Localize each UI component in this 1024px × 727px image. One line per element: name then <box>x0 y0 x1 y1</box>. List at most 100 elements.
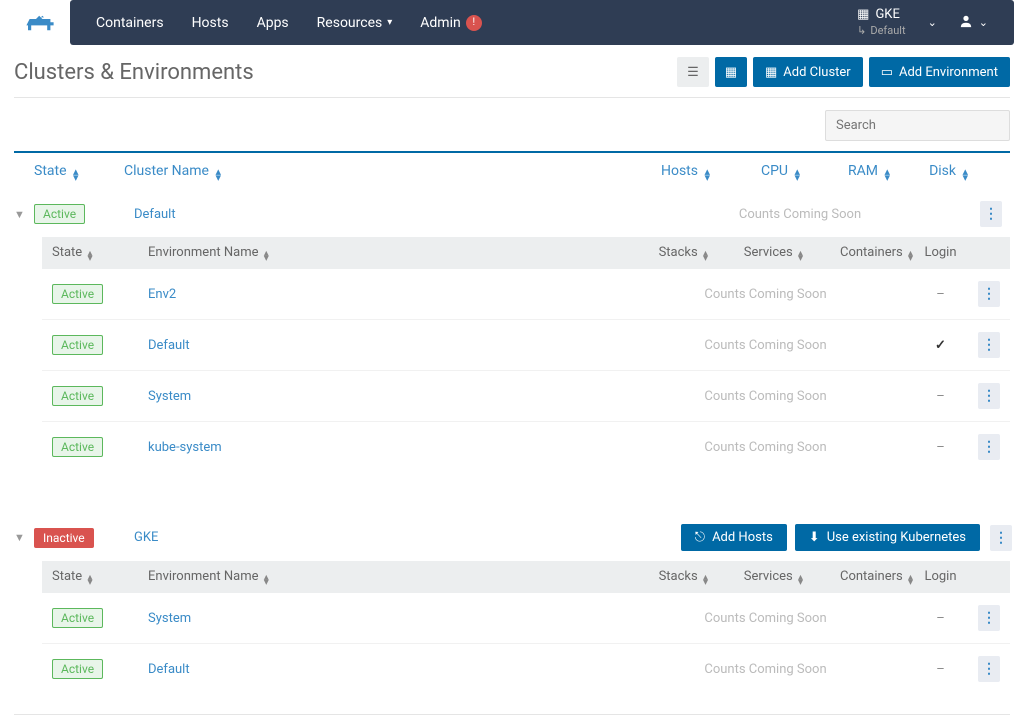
state-badge: Active <box>52 659 103 679</box>
sort-icon: ▴▾ <box>962 169 968 181</box>
ecol-containers[interactable]: Containers ▴▾ <box>840 569 913 584</box>
sort-icon: ▴▾ <box>87 575 92 585</box>
cluster-icon: ▦ <box>765 65 777 80</box>
counts-placeholder: Counts Coming Soon <box>618 389 913 404</box>
login-indicator: – <box>936 287 945 302</box>
login-indicator: – <box>936 389 945 404</box>
env-link[interactable]: kube-system <box>148 440 222 455</box>
env-table-header: State ▴▾ Environment Name ▴▾ Stacks ▴▾ S… <box>42 237 1010 269</box>
row-actions-menu[interactable]: ⋮ <box>978 656 1000 682</box>
search-input[interactable] <box>825 110 1010 141</box>
counts-placeholder: Counts Coming Soon <box>618 338 913 353</box>
sort-icon: ▴▾ <box>87 251 92 261</box>
env-row: Active Default Counts Coming Soon – ⋮ <box>42 644 1010 694</box>
nav-admin[interactable]: Admin! <box>406 0 495 45</box>
page-title: Clusters & Environments <box>14 60 254 85</box>
grid-icon: ▦ <box>725 65 737 80</box>
add-environment-button[interactable]: ▭Add Environment <box>869 57 1010 87</box>
folder-icon: ▭ <box>881 65 893 80</box>
ecol-containers[interactable]: Containers ▴▾ <box>840 245 913 260</box>
view-grid-button[interactable]: ▦ <box>715 57 747 87</box>
use-kubernetes-button[interactable]: ⬇Use existing Kubernetes <box>795 524 980 551</box>
counts-placeholder: Counts Coming Soon <box>618 611 913 626</box>
expand-toggle[interactable]: ▼ <box>14 531 34 544</box>
download-icon: ⬇ <box>809 530 820 545</box>
tag-icon: ⎋ <box>695 530 705 545</box>
ecol-stacks[interactable]: Stacks ▴▾ <box>659 245 708 260</box>
ecol-login: Login <box>913 245 968 261</box>
cluster-table-header: State ▴▾ Cluster Name ▴▾ Hosts ▴▾ CPU ▴▾… <box>14 151 1010 191</box>
login-indicator: – <box>936 662 945 677</box>
chevron-down-icon: ▾ <box>387 17 392 28</box>
counts-placeholder: Counts Coming Soon <box>618 662 913 677</box>
counts-placeholder: Counts Coming Soon <box>618 287 913 302</box>
counts-placeholder: Counts Coming Soon <box>620 207 980 222</box>
env-row: Active System Counts Coming Soon – ⋮ <box>42 593 1010 644</box>
col-state[interactable]: State ▴▾ <box>34 163 79 179</box>
env-row: Active Default Counts Coming Soon ✓ ⋮ <box>42 320 1010 371</box>
row-actions-menu[interactable]: ⋮ <box>978 434 1000 460</box>
state-badge: Active <box>52 608 103 628</box>
env-link[interactable]: System <box>148 611 191 626</box>
cluster-row: ▼ Active Default Counts Coming Soon ⋮ <box>14 191 1010 237</box>
cluster-row: ▼ Inactive GKE ⎋Add Hosts ⬇Use existing … <box>14 514 1010 561</box>
chevron-down-icon: ⌄ <box>920 16 945 29</box>
sort-icon: ▴▾ <box>264 575 269 585</box>
environment-selector[interactable]: ▦GKE ↳Default <box>843 7 919 38</box>
login-indicator: – <box>936 611 945 626</box>
ecol-state[interactable]: State ▴▾ <box>52 569 92 584</box>
sort-icon: ▴▾ <box>264 251 269 261</box>
nav-containers[interactable]: Containers <box>82 0 178 45</box>
ecol-services[interactable]: Services ▴▾ <box>744 245 803 260</box>
state-badge: Active <box>52 437 103 457</box>
env-link[interactable]: Default <box>148 662 190 677</box>
alert-badge: ! <box>466 15 482 31</box>
row-actions-menu[interactable]: ⋮ <box>978 281 1000 307</box>
col-cluster-name[interactable]: Cluster Name ▴▾ <box>124 163 221 179</box>
chevron-down-icon: ⌄ <box>979 16 988 29</box>
nav-resources[interactable]: Resources▾ <box>303 0 407 45</box>
check-icon: ✓ <box>935 338 946 353</box>
state-badge: Active <box>52 335 103 355</box>
col-hosts[interactable]: Hosts ▴▾ <box>661 163 710 179</box>
env-link[interactable]: Default <box>148 338 190 353</box>
ecol-name[interactable]: Environment Name ▴▾ <box>148 569 269 584</box>
ecol-name[interactable]: Environment Name ▴▾ <box>148 245 269 260</box>
view-list-button[interactable]: ☰ <box>677 57 709 87</box>
return-icon: ↳ <box>857 24 866 38</box>
col-ram[interactable]: RAM ▴▾ <box>848 163 890 179</box>
env-row: Active System Counts Coming Soon – ⋮ <box>42 371 1010 422</box>
nav-apps[interactable]: Apps <box>243 0 303 45</box>
state-badge: Active <box>34 204 85 224</box>
state-badge: Active <box>52 284 103 304</box>
cluster-link[interactable]: Default <box>134 207 176 222</box>
env-link[interactable]: Env2 <box>148 287 176 302</box>
col-cpu[interactable]: CPU ▴▾ <box>761 163 800 179</box>
col-disk[interactable]: Disk ▴▾ <box>929 163 968 179</box>
env-link[interactable]: System <box>148 389 191 404</box>
row-actions-menu[interactable]: ⋮ <box>978 332 1000 358</box>
sort-icon: ▴▾ <box>73 169 79 181</box>
state-badge: Inactive <box>34 528 94 548</box>
cluster-link[interactable]: GKE <box>134 530 158 545</box>
logo[interactable] <box>10 0 70 45</box>
main-nav: Containers Hosts Apps Resources▾ Admin! … <box>70 0 1014 45</box>
row-actions-menu[interactable]: ⋮ <box>978 383 1000 409</box>
ecol-login: Login <box>913 569 968 585</box>
nav-hosts[interactable]: Hosts <box>178 0 243 45</box>
ecol-stacks[interactable]: Stacks ▴▾ <box>659 569 708 584</box>
login-indicator: – <box>936 440 945 455</box>
env-row: Active Env2 Counts Coming Soon – ⋮ <box>42 269 1010 320</box>
add-hosts-button[interactable]: ⎋Add Hosts <box>681 524 787 551</box>
row-actions-menu[interactable]: ⋮ <box>978 605 1000 631</box>
user-menu[interactable]: ⌄ <box>945 14 1002 32</box>
ecol-state[interactable]: State ▴▾ <box>52 245 92 260</box>
add-cluster-button[interactable]: ▦Add Cluster <box>753 57 863 87</box>
row-actions-menu[interactable]: ⋮ <box>980 201 1002 227</box>
sort-icon: ▴▾ <box>215 169 221 181</box>
row-actions-menu[interactable]: ⋮ <box>990 525 1012 551</box>
expand-toggle[interactable]: ▼ <box>14 208 34 221</box>
env-table-header: State ▴▾ Environment Name ▴▾ Stacks ▴▾ S… <box>42 561 1010 593</box>
ecol-services[interactable]: Services ▴▾ <box>744 569 803 584</box>
env-row: Active kube-system Counts Coming Soon – … <box>42 422 1010 472</box>
